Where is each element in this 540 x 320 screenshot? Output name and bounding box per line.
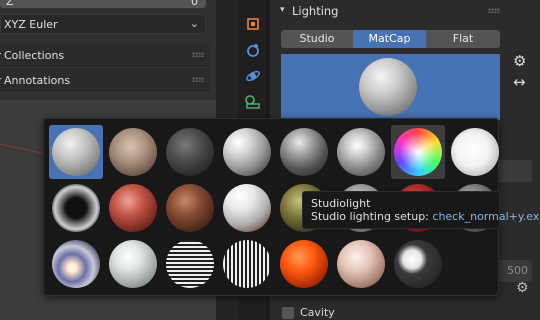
expanded-arrow-icon: ▾ xyxy=(280,5,285,15)
collections-subpanel-header[interactable]: ▸ Collections xyxy=(0,44,210,66)
matcap-tile[interactable] xyxy=(49,181,103,235)
location-z-field[interactable]: Z 0 xyxy=(0,0,206,8)
matcap-sphere xyxy=(109,128,157,176)
field-value: 0 xyxy=(191,0,198,8)
object-icon[interactable] xyxy=(243,14,263,34)
matcap-tile[interactable] xyxy=(163,181,217,235)
cavity-label: Cavity xyxy=(300,306,335,319)
matcap-sphere xyxy=(451,128,499,176)
matcap-tile[interactable] xyxy=(277,125,331,179)
matcap-sphere xyxy=(166,240,214,288)
matcap-sphere xyxy=(166,184,214,232)
matcap-preview[interactable] xyxy=(281,54,500,120)
matcap-tile[interactable] xyxy=(106,181,160,235)
matcap-sphere xyxy=(52,184,100,232)
blender-ui: Z 0 XYZ Euler ⌄ ▸ Collections ▸ Annotati… xyxy=(0,0,540,320)
matcap-sphere xyxy=(280,128,328,176)
matcap-tile[interactable] xyxy=(448,125,502,179)
background-value-field[interactable]: 500 xyxy=(494,260,532,282)
matcap-sphere xyxy=(394,240,442,288)
swap-arrows-icon[interactable]: ↔ xyxy=(513,73,526,91)
tooltip-title: Studiolight xyxy=(311,197,371,210)
matcap-tile[interactable] xyxy=(106,125,160,179)
tooltip-label: Studio lighting setup: xyxy=(311,210,429,223)
matcap-sphere xyxy=(52,240,100,288)
tooltip-description: Studio lighting setup: check_normal+y.ex… xyxy=(311,210,540,224)
drag-grip-icon[interactable] xyxy=(488,8,500,13)
rotation-mode-value: XYZ Euler xyxy=(4,18,58,31)
matcap-tile[interactable] xyxy=(106,237,160,291)
matcap-tile[interactable] xyxy=(163,125,217,179)
matcap-sphere xyxy=(52,128,100,176)
matcap-sphere xyxy=(337,240,385,288)
matcap-tile[interactable] xyxy=(334,237,388,291)
collapsed-arrow-icon: ▸ xyxy=(0,49,2,59)
lighting-mode-flat[interactable]: Flat xyxy=(426,30,500,48)
checkbox-box[interactable] xyxy=(282,307,294,319)
field-label: Z xyxy=(6,0,14,8)
matcap-sphere xyxy=(337,128,385,176)
matcap-tile[interactable] xyxy=(220,181,274,235)
matcap-sphere xyxy=(394,128,442,176)
matcap-preview-sphere xyxy=(359,58,417,116)
modifier-icon[interactable] xyxy=(243,40,263,60)
physics-icon[interactable] xyxy=(243,66,263,86)
matcap-tile[interactable] xyxy=(220,237,274,291)
chevron-down-icon: ⌄ xyxy=(189,17,199,30)
lighting-title: Lighting xyxy=(292,4,339,18)
lighting-panel-header[interactable]: ▾ Lighting xyxy=(270,0,510,22)
matcap-tile[interactable] xyxy=(391,125,445,179)
gear-icon[interactable]: ⚙ xyxy=(513,52,526,70)
subpanel-title: Collections xyxy=(4,49,65,62)
drag-grip-icon[interactable] xyxy=(192,52,204,57)
matcap-tooltip: Studiolight Studio lighting setup: check… xyxy=(302,191,540,229)
annotations-subpanel-header[interactable]: ▸ Annotations xyxy=(0,69,210,91)
rotation-mode-dropdown[interactable]: XYZ Euler ⌄ xyxy=(0,14,206,34)
tooltip-value: check_normal+y.exr xyxy=(432,210,540,223)
subpanel-title: Annotations xyxy=(4,74,71,87)
matcap-tile[interactable] xyxy=(49,237,103,291)
matcap-tile[interactable] xyxy=(163,237,217,291)
matcap-tile[interactable] xyxy=(49,125,103,179)
matcap-tile[interactable] xyxy=(391,237,445,291)
matcap-sphere xyxy=(109,240,157,288)
matcap-sphere xyxy=(223,184,271,232)
lighting-mode-studio[interactable]: Studio xyxy=(281,30,353,48)
object-data-icon[interactable] xyxy=(243,92,263,112)
matcap-tile[interactable] xyxy=(334,125,388,179)
matcap-sphere xyxy=(223,128,271,176)
matcap-sphere xyxy=(109,184,157,232)
matcap-sphere xyxy=(166,128,214,176)
matcap-tile[interactable] xyxy=(220,125,274,179)
matcap-sphere xyxy=(280,240,328,288)
gear-icon[interactable]: ⚙ xyxy=(516,280,529,296)
matcap-tile[interactable] xyxy=(277,237,331,291)
collapsed-arrow-icon: ▸ xyxy=(0,74,2,84)
matcap-sphere xyxy=(223,240,271,288)
lighting-mode-matcap[interactable]: MatCap xyxy=(353,30,426,48)
drag-grip-icon[interactable] xyxy=(192,77,204,82)
